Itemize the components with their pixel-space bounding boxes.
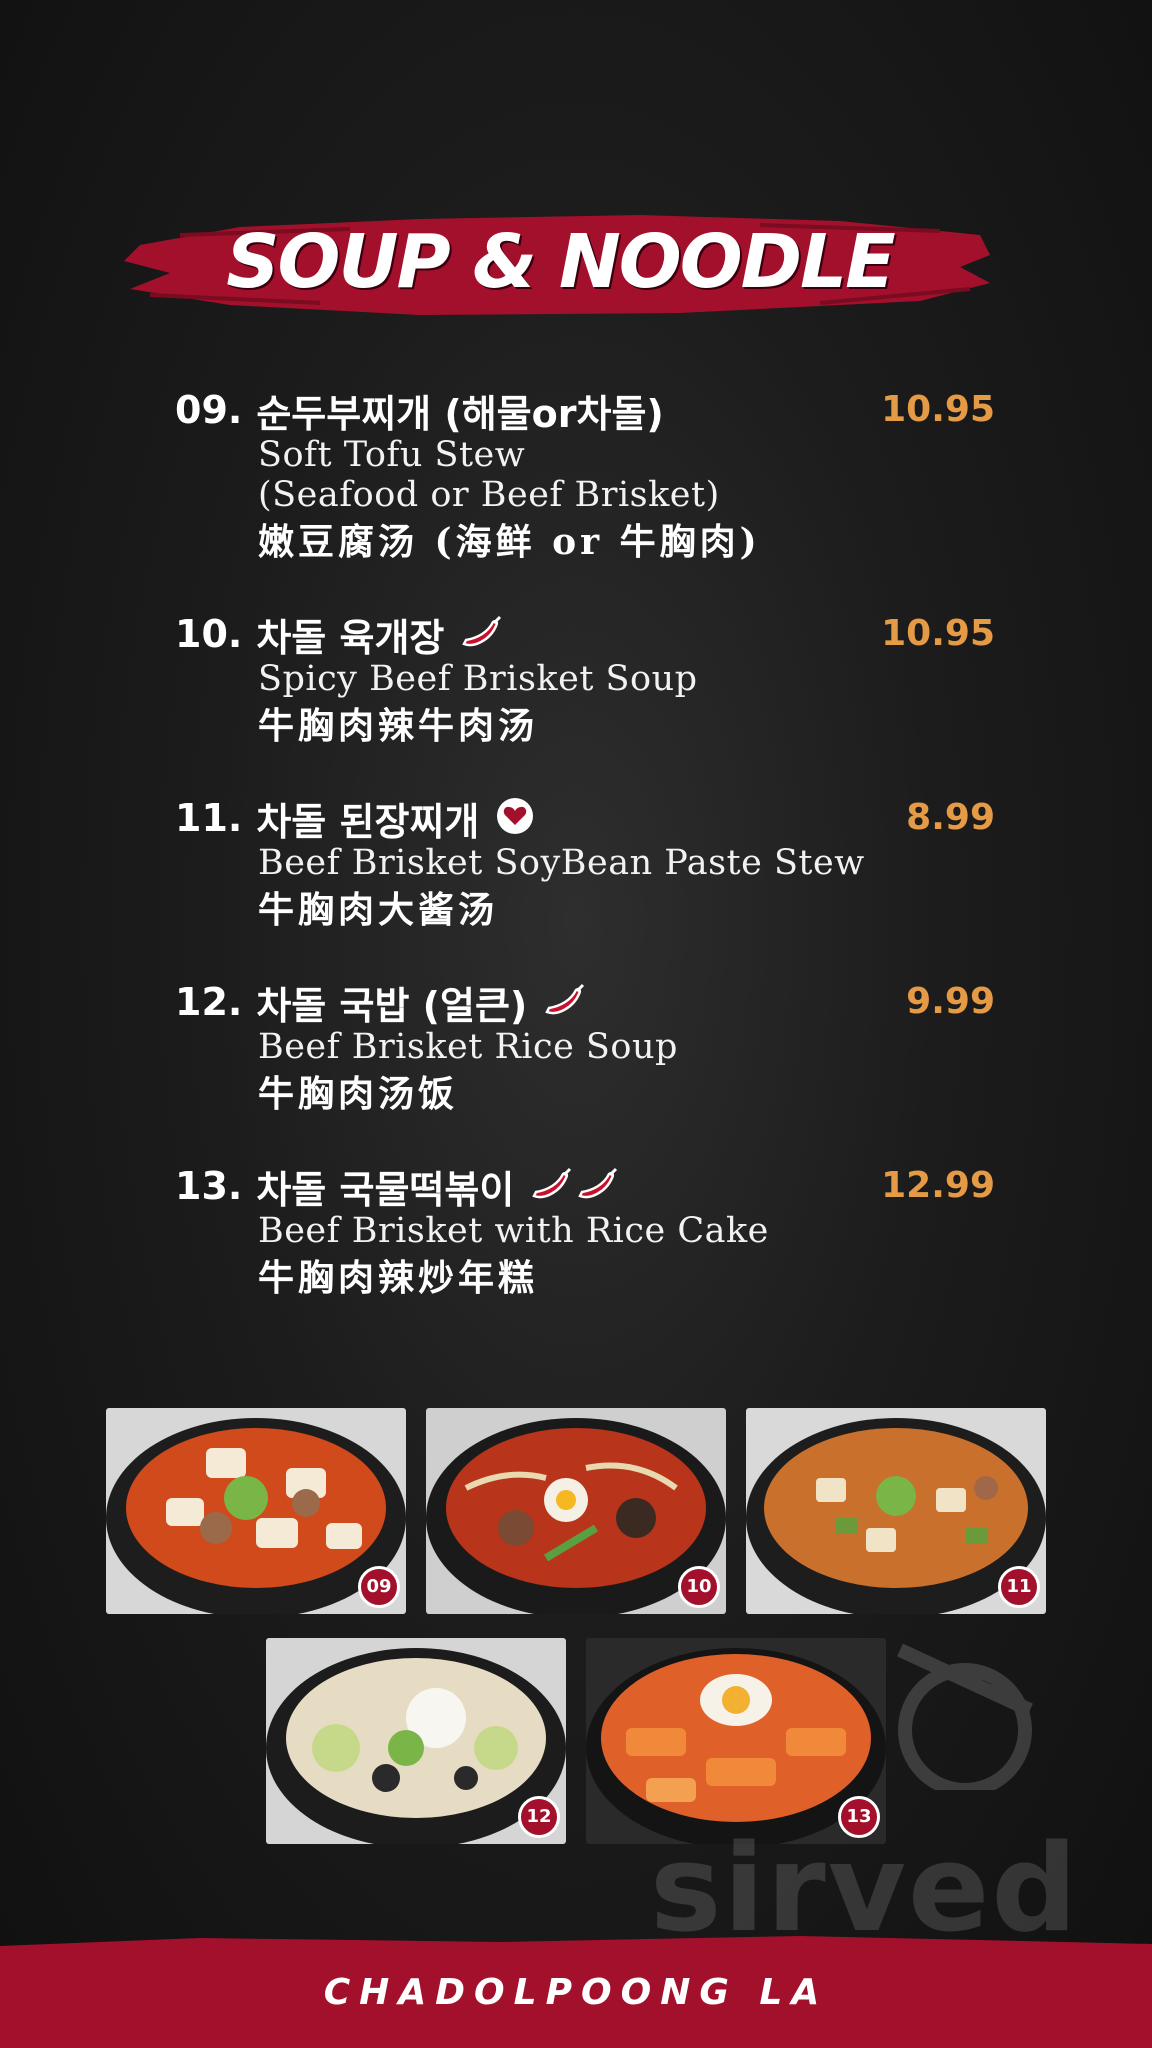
item-price: 8.99	[906, 797, 995, 838]
item-chinese-name: 嫩豆腐汤 (海鲜 or 牛胸肉)	[258, 521, 761, 563]
menu-item: 12. 차돌 국밥 (얼큰) 9.99 Beef Brisket Rice So…	[175, 977, 995, 1121]
restaurant-name: CHADOLPOONG LA	[323, 1972, 829, 2013]
item-korean-name: 차돌 된장찌개	[256, 799, 480, 844]
photo-number-badge: 10	[678, 1566, 720, 1608]
item-english-name: Spicy Beef Brisket Soup	[258, 659, 698, 699]
menu-item: 10. 차돌 육개장 10.95 Spicy Beef Brisket Soup…	[175, 609, 995, 753]
menu-item: 13. 차돌 국물떡볶이 12.99 Beef Brisket with Ric…	[175, 1161, 995, 1305]
chili-pepper-icon	[530, 1166, 574, 1206]
food-photo-11: 11	[746, 1408, 1046, 1614]
item-english-name: Beef Brisket SoyBean Paste Stew	[258, 843, 865, 883]
item-price: 9.99	[906, 981, 995, 1022]
item-korean-name: 차돌 국물떡볶이	[256, 1167, 515, 1212]
menu-item: 09. 순두부찌개 (해물or차돌) 10.95 Soft Tofu Stew …	[175, 385, 995, 569]
item-chinese-name: 牛胸肉辣炒年糕	[258, 1257, 539, 1299]
item-number: 13.	[175, 1164, 243, 1208]
title-banner: SOUP & NOODLE	[120, 205, 1000, 325]
item-english-name: Beef Brisket Rice Soup	[258, 1027, 678, 1067]
heart-icon	[495, 796, 535, 840]
item-number: 12.	[175, 980, 243, 1024]
food-photo-13: 13	[586, 1638, 886, 1844]
item-english-subtitle: (Seafood or Beef Brisket)	[258, 475, 720, 515]
page-title: SOUP & NOODLE	[226, 219, 895, 305]
item-korean-name: 순두부찌개 (해물or차돌)	[256, 391, 664, 436]
menu-item: 11. 차돌 된장찌개 8.99 Beef Brisket SoyBean Pa…	[175, 793, 995, 937]
sirved-logo-icon	[897, 1643, 1033, 1790]
chili-pepper-icon	[543, 982, 587, 1022]
item-number: 09.	[175, 388, 243, 432]
item-price: 10.95	[881, 389, 995, 430]
item-chinese-name: 牛胸肉辣牛肉汤	[258, 705, 539, 747]
item-number: 10.	[175, 612, 243, 656]
item-english-name: Soft Tofu Stew	[258, 435, 526, 475]
item-english-name: Beef Brisket with Rice Cake	[258, 1211, 769, 1251]
item-chinese-name: 牛胸肉大酱汤	[258, 889, 499, 931]
food-photo-12: 12	[266, 1638, 566, 1844]
item-korean-name: 차돌 국밥 (얼큰)	[256, 983, 528, 1028]
menu-list: 09. 순두부찌개 (해물or차돌) 10.95 Soft Tofu Stew …	[175, 385, 995, 1345]
chili-pepper-icon	[576, 1166, 620, 1206]
item-korean-name: 차돌 육개장	[256, 615, 445, 660]
food-photo-09: 09	[106, 1408, 406, 1614]
photo-number-badge: 11	[998, 1566, 1040, 1608]
item-price: 12.99	[881, 1165, 995, 1206]
photo-number-badge: 09	[358, 1566, 400, 1608]
item-chinese-name: 牛胸肉汤饭	[258, 1073, 459, 1115]
photo-number-badge: 12	[518, 1796, 560, 1838]
chili-pepper-icon	[460, 614, 504, 654]
footer-banner: CHADOLPOONG LA	[0, 1932, 1152, 2048]
item-number: 11.	[175, 796, 243, 840]
food-photo-10: 10	[426, 1408, 726, 1614]
item-price: 10.95	[881, 613, 995, 654]
